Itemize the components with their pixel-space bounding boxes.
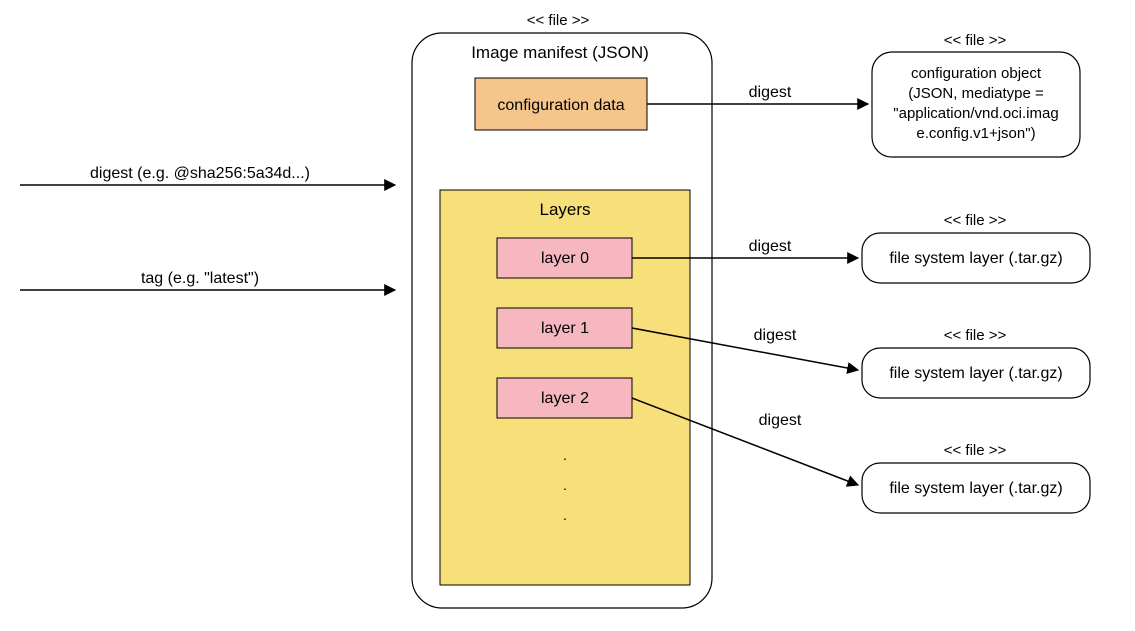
fs-layer-2-label: file system layer (.tar.gz) <box>889 480 1062 497</box>
edge-label-config: digest <box>749 84 792 101</box>
fs-layer-1-label: file system layer (.tar.gz) <box>889 365 1062 382</box>
config-object-line3: "application/vnd.oci.imag <box>893 105 1058 122</box>
config-object-line4: e.config.v1+json") <box>916 125 1035 142</box>
fs-layer-1-stereotype: << file >> <box>944 327 1007 344</box>
layers-title: Layers <box>539 200 590 219</box>
config-object-stereotype: << file >> <box>944 32 1007 49</box>
fs-layer-0-label: file system layer (.tar.gz) <box>889 250 1062 267</box>
layers-ellipsis-3: . <box>563 507 567 523</box>
config-object-line2: (JSON, mediatype = <box>908 85 1044 102</box>
layers-ellipsis-2: . <box>563 477 567 493</box>
layer-label-0: layer 0 <box>541 250 589 267</box>
configuration-data-label: configuration data <box>497 97 624 114</box>
incoming-tag-label: tag (e.g. "latest") <box>141 270 259 287</box>
image-manifest-title: Image manifest (JSON) <box>471 43 649 62</box>
layer-label-1: layer 1 <box>541 320 589 337</box>
config-object-line1: configuration object <box>911 65 1042 82</box>
edge-label-layer0: digest <box>749 238 792 255</box>
manifest-stereotype: << file >> <box>527 12 590 29</box>
fs-layer-0-stereotype: << file >> <box>944 212 1007 229</box>
layer-label-2: layer 2 <box>541 390 589 407</box>
incoming-digest-label: digest (e.g. @sha256:5a34d...) <box>90 165 310 182</box>
edge-label-layer1: digest <box>754 327 797 344</box>
layers-ellipsis-1: . <box>563 447 567 463</box>
fs-layer-2-stereotype: << file >> <box>944 442 1007 459</box>
edge-label-layer2: digest <box>759 412 802 429</box>
diagram-canvas: << file >> Image manifest (JSON) configu… <box>0 0 1135 626</box>
